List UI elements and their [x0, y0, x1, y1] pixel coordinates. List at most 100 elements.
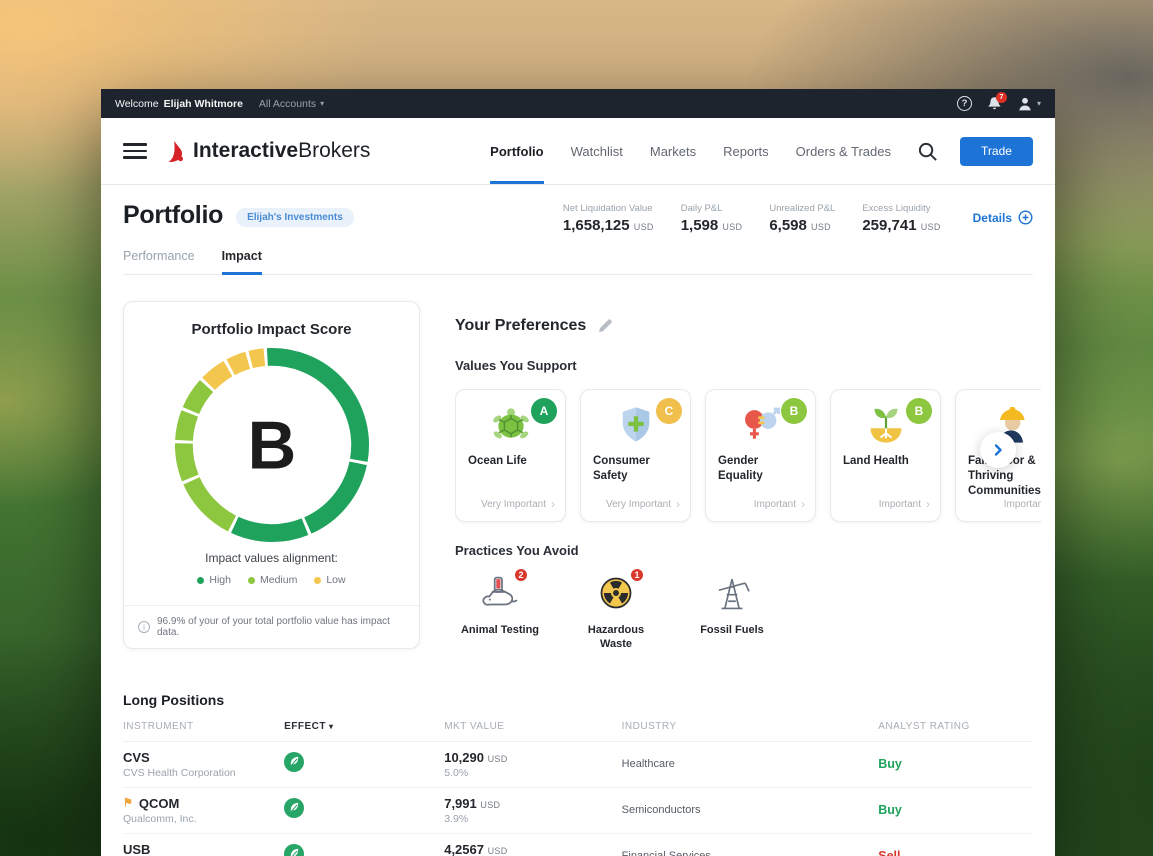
- company-name: CVS Health Corporation: [123, 767, 284, 779]
- notifications-button[interactable]: 7: [987, 96, 1002, 111]
- sprout-icon: [864, 403, 908, 447]
- value-card[interactable]: C Consumer Safety Very Important ›: [580, 389, 691, 522]
- value-card[interactable]: A Ocean Life Very Important ›: [455, 389, 566, 522]
- positive-effect-icon: [284, 759, 304, 776]
- avoid-item[interactable]: 1 Hazardous Waste: [571, 571, 661, 652]
- nav-item[interactable]: Watchlist: [571, 118, 623, 184]
- nav-item-label: Portfolio: [490, 144, 543, 159]
- mkt-percent: 3.9%: [444, 813, 621, 825]
- plus-circle-icon: [1018, 210, 1033, 225]
- stat-value: 1,658,125 USD: [563, 217, 654, 234]
- importance-selector[interactable]: Important ›: [879, 497, 930, 511]
- account-selector[interactable]: All Accounts ▾: [259, 98, 324, 110]
- flag-icon: ⚑: [123, 798, 133, 809]
- nav-item-label: Reports: [723, 144, 769, 159]
- importance-selector[interactable]: Very Important ›: [606, 497, 680, 511]
- long-positions-section: Long Positions INSTRUMENT EFFECT▾ MKT VA…: [123, 692, 1033, 856]
- help-icon[interactable]: ?: [957, 96, 972, 111]
- nav-item[interactable]: Orders & Trades: [796, 118, 891, 184]
- sort-caret-icon: ▾: [329, 722, 334, 731]
- info-icon: i: [138, 621, 150, 633]
- mkt-percent: 5.0%: [444, 767, 621, 779]
- account-badge: Elijah's Investments: [236, 208, 354, 227]
- avoid-name: Fossil Fuels: [700, 624, 764, 638]
- carousel-next-button[interactable]: [980, 432, 1016, 468]
- brand-bold: Interactive: [193, 139, 298, 162]
- impact-score-donut: B: [173, 346, 371, 544]
- grade-badge: C: [656, 398, 682, 424]
- nav-item[interactable]: Markets: [650, 118, 696, 184]
- stat-label: Net Liquidation Value: [563, 203, 654, 214]
- search-button[interactable]: [917, 141, 938, 162]
- importance-selector[interactable]: Very Important ›: [481, 497, 555, 511]
- table-row[interactable]: ⚑QCOM Qualcomm, Inc. 7,991 USD 3.9% Semi…: [123, 788, 1033, 834]
- brand-logo: InteractiveBrokers: [166, 139, 370, 164]
- tab-performance[interactable]: Performance: [123, 249, 195, 274]
- analyst-rating: Sell: [878, 849, 1033, 856]
- user-menu[interactable]: ▾: [1017, 96, 1041, 112]
- portfolio-header: Portfolio Elijah's Investments Net Liqui…: [123, 201, 1033, 234]
- brand-light: Brokers: [298, 139, 370, 162]
- nav-item[interactable]: Portfolio: [490, 118, 543, 184]
- details-button[interactable]: Details: [973, 210, 1033, 225]
- table-row[interactable]: ⚑CVS CVS Health Corporation 10,290 USD 5…: [123, 742, 1033, 788]
- grade-badge: A: [531, 398, 557, 424]
- table-row[interactable]: ⚑USB U.S. Bancorp 4,2567 USD 2.6% Financ…: [123, 834, 1033, 856]
- notification-badge: 7: [996, 92, 1007, 103]
- importance-selector[interactable]: Important ›: [1004, 497, 1041, 511]
- legend-dot: [314, 577, 321, 584]
- analyst-rating: Buy: [878, 803, 1033, 817]
- top-bar: Welcome Elijah Whitmore All Accounts ▾ ?…: [101, 89, 1055, 118]
- legend-item: Low: [314, 574, 345, 586]
- preferences-title: Your Preferences: [455, 317, 586, 335]
- grade-badge: B: [906, 398, 932, 424]
- stat-value: 6,598 USD: [769, 217, 835, 234]
- chevron-down-icon: ▾: [1037, 99, 1041, 108]
- impact-data-footnote: i 96.9% of your of your total portfolio …: [124, 605, 419, 648]
- importance-label: Important: [1004, 499, 1041, 510]
- nav-item-label: Markets: [650, 144, 696, 159]
- avoid-name: Hazardous Waste: [571, 624, 661, 652]
- col-mkt-value: MKT VALUE: [444, 721, 621, 732]
- mkt-value: 10,290: [444, 750, 484, 765]
- tab-impact[interactable]: Impact: [222, 249, 262, 274]
- app-header: InteractiveBrokers Portfolio Watchlist Mar…: [101, 118, 1055, 185]
- practices-avoid-title: Practices You Avoid: [455, 543, 1033, 558]
- value-name: Consumer Safety: [593, 454, 678, 484]
- avoid-item[interactable]: 2 Animal Testing: [455, 571, 545, 652]
- pencil-icon: [597, 318, 613, 334]
- avoid-item[interactable]: Fossil Fuels: [687, 571, 777, 652]
- person-icon: [1017, 96, 1033, 112]
- alignment-legend: HighMediumLow: [124, 574, 419, 586]
- positions-table-body: ⚑CVS CVS Health Corporation 10,290 USD 5…: [123, 742, 1033, 856]
- stat-label: Daily P&L: [681, 203, 743, 214]
- edit-preferences-button[interactable]: [597, 318, 613, 334]
- impact-score-title: Portfolio Impact Score: [124, 321, 419, 338]
- importance-selector[interactable]: Important ›: [754, 497, 805, 511]
- analyst-rating: Buy: [878, 757, 1033, 771]
- value-card[interactable]: B Land Health Important ›: [830, 389, 941, 522]
- avoid-count-badge: 1: [629, 567, 645, 583]
- trade-button[interactable]: Trade: [960, 137, 1033, 166]
- value-name: Ocean Life: [468, 454, 553, 469]
- welcome-label: Welcome: [115, 98, 159, 110]
- portfolio-tabs: Performance Impact: [123, 249, 1033, 275]
- chevron-right-icon: ›: [551, 497, 555, 511]
- stat-unit: USD: [722, 222, 742, 232]
- mkt-unit: USD: [488, 846, 508, 856]
- menu-button[interactable]: [123, 139, 147, 164]
- turtle-icon: [489, 403, 533, 447]
- nav-item[interactable]: Reports: [723, 118, 769, 184]
- user-name: Elijah Whitmore: [164, 98, 243, 110]
- impact-score-card: Portfolio Impact Score B Impact values a…: [123, 301, 420, 649]
- legend-label: Medium: [260, 574, 297, 586]
- search-icon: [917, 141, 938, 162]
- col-industry: INDUSTRY: [622, 721, 879, 732]
- stat-item: Unrealized P&L 6,598 USD: [769, 203, 835, 234]
- stat-item: Daily P&L 1,598 USD: [681, 203, 743, 234]
- stats-row: Net Liquidation Value 1,658,125 USD Dail…: [563, 203, 941, 234]
- nav-item-label: Watchlist: [571, 144, 623, 159]
- chevron-right-icon: ›: [676, 497, 680, 511]
- col-effect-sort[interactable]: EFFECT▾: [284, 721, 444, 732]
- value-card[interactable]: B Gender Equality Important ›: [705, 389, 816, 522]
